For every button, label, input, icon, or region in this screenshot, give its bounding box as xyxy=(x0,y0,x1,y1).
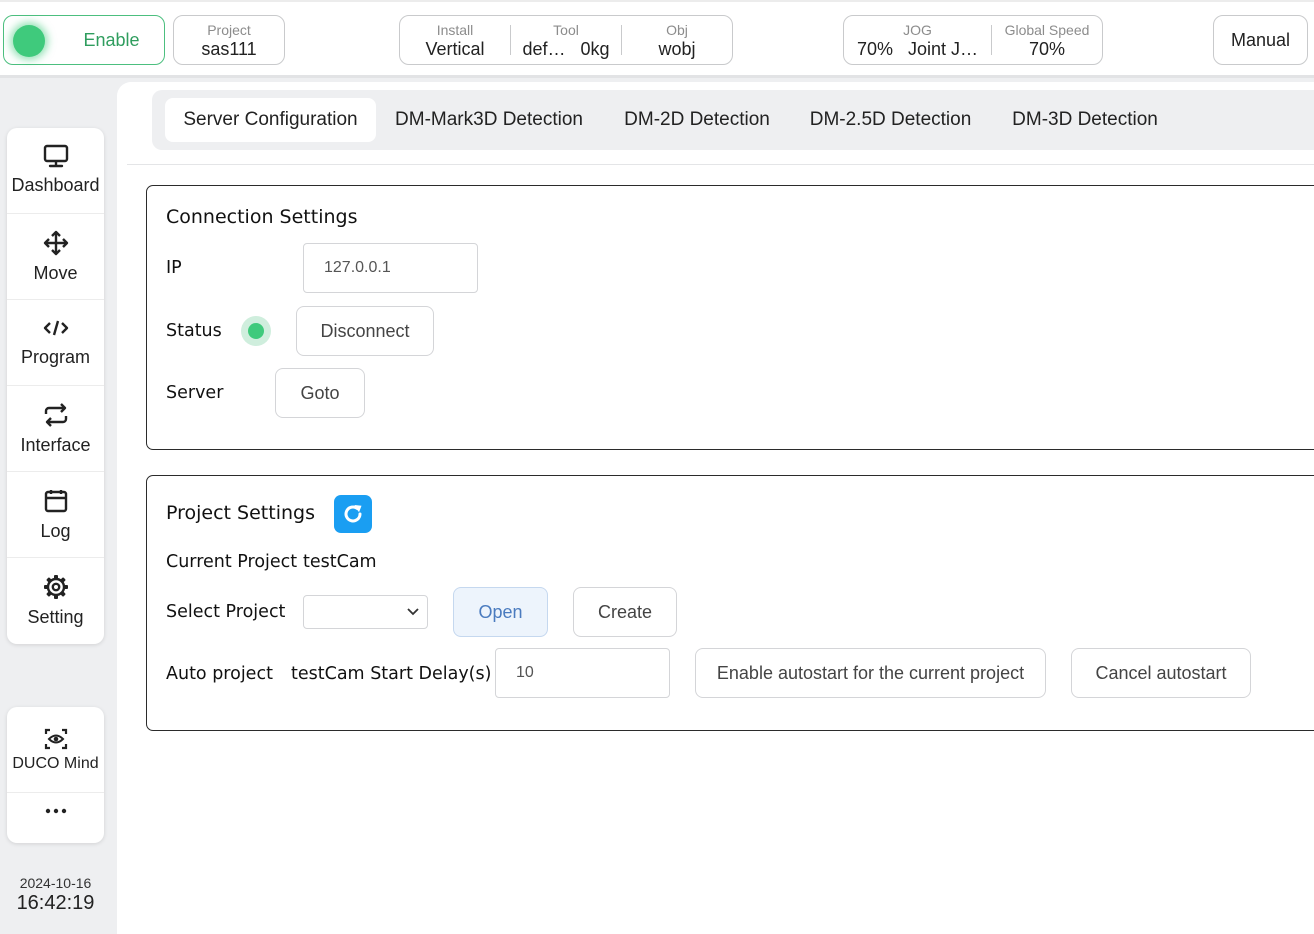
project-value: sas111 xyxy=(201,39,257,59)
current-project-label: Current Project xyxy=(166,552,298,572)
clock-date: 2024-10-16 xyxy=(19,875,92,891)
move-arrows-icon xyxy=(43,230,68,256)
sidebar-nav: Dashboard Move Program Interface Log Set… xyxy=(7,128,104,644)
tab-dm-mark3d-detection[interactable]: DM-Mark3D Detection xyxy=(384,98,594,142)
tab-server-configuration[interactable]: Server Configuration xyxy=(165,98,376,142)
top-bar: Enable Project sas111 Install Vertical T… xyxy=(0,0,1314,78)
global-speed-title: Global Speed xyxy=(1004,22,1090,38)
tool-name: def… xyxy=(522,39,566,59)
install-value: Vertical xyxy=(425,39,485,59)
jog-value: 70% Joint J… xyxy=(844,39,991,59)
current-project-value: testCam xyxy=(303,552,377,572)
jog-title: JOG xyxy=(903,22,932,38)
sidebar-extra: DUCO Mind xyxy=(7,707,104,843)
enable-label: Enable xyxy=(83,30,140,50)
tool-value: def… 0kg xyxy=(511,39,621,59)
sidebar-item-label: Interface xyxy=(20,435,91,455)
tab-dm-2d-detection[interactable]: DM-2D Detection xyxy=(614,98,780,142)
sidebar-item-label: Move xyxy=(33,263,78,283)
status-indicator-dot xyxy=(241,316,271,346)
sidebar-item-dashboard[interactable]: Dashboard xyxy=(7,128,104,214)
tool-load: 0kg xyxy=(580,39,610,59)
refresh-icon xyxy=(344,505,362,523)
sidebar-item-label: Dashboard xyxy=(11,175,100,195)
more-button[interactable] xyxy=(7,793,104,843)
sidebar-item-log[interactable]: Log xyxy=(7,472,104,558)
install-title: Install xyxy=(436,22,474,38)
eye-scan-icon xyxy=(44,728,67,750)
calendar-icon xyxy=(44,490,67,513)
tool-segment: Tool def… 0kg xyxy=(511,16,621,64)
start-delay-input[interactable] xyxy=(495,648,670,698)
chevron-down-icon xyxy=(407,608,419,616)
cancel-autostart-button[interactable]: Cancel autostart xyxy=(1071,648,1251,698)
auto-project-name: testCam xyxy=(291,664,365,684)
obj-segment: Obj wobj xyxy=(622,16,732,64)
code-icon xyxy=(43,320,68,336)
create-button[interactable]: Create xyxy=(573,587,677,637)
sidebar-item-move[interactable]: Move xyxy=(7,214,104,300)
clock-time: 16:42:19 xyxy=(16,892,95,914)
disconnect-button[interactable]: Disconnect xyxy=(296,306,434,356)
ip-input[interactable] xyxy=(303,243,478,293)
project-indicator[interactable]: Project sas111 xyxy=(173,15,285,65)
ip-label: IP xyxy=(166,258,182,278)
project-title: Project xyxy=(207,22,251,38)
jog-mode: Joint J… xyxy=(908,39,979,59)
divider xyxy=(127,164,1314,165)
clock: 2024-10-16 16:42:19 xyxy=(0,875,111,915)
select-project-label: Select Project xyxy=(166,602,286,622)
speed-indicator[interactable]: JOG 70% Joint J… Global Speed 70% xyxy=(843,15,1103,65)
project-select[interactable] xyxy=(303,595,428,629)
sidebar-item-duco-mind[interactable]: DUCO Mind xyxy=(7,707,104,793)
tab-dm-3d-detection[interactable]: DM-3D Detection xyxy=(1000,98,1170,142)
sidebar-item-interface[interactable]: Interface xyxy=(7,386,104,472)
tool-title: Tool xyxy=(553,22,579,38)
manual-mode-button[interactable]: Manual xyxy=(1213,15,1308,65)
goto-button[interactable]: Goto xyxy=(275,368,365,418)
obj-value: wobj xyxy=(658,39,696,59)
global-speed-value: 70% xyxy=(1028,39,1066,59)
sidebar-item-program[interactable]: Program xyxy=(7,300,104,386)
enable-button[interactable]: Enable xyxy=(3,15,165,65)
jog-segment: JOG 70% Joint J… xyxy=(844,16,991,64)
project-settings-panel: Project Settings Current Project testCam… xyxy=(146,475,1314,731)
install-segment: Install Vertical xyxy=(400,16,510,64)
server-label: Server xyxy=(166,383,224,403)
obj-title: Obj xyxy=(666,22,688,38)
auto-project-label: Auto project xyxy=(166,664,273,684)
sidebar-item-label: DUCO Mind xyxy=(12,755,99,772)
more-dots-icon xyxy=(45,808,66,814)
sidebar-item-label: Log xyxy=(40,521,71,541)
connection-settings-title: Connection Settings xyxy=(166,206,358,228)
tab-dm-2-5d-detection[interactable]: DM-2.5D Detection xyxy=(799,98,982,142)
sidebar-item-label: Setting xyxy=(27,607,84,627)
enable-autostart-button[interactable]: Enable autostart for the current project xyxy=(695,648,1046,698)
swap-arrows-icon xyxy=(44,403,67,427)
refresh-button[interactable] xyxy=(334,495,372,533)
global-speed-segment: Global Speed 70% xyxy=(992,16,1102,64)
tab-bar: Server Configuration DM-Mark3D Detection… xyxy=(152,90,1314,150)
main-content: Server Configuration DM-Mark3D Detection… xyxy=(117,82,1314,934)
status-label: Status xyxy=(166,321,222,341)
open-button[interactable]: Open xyxy=(453,587,548,637)
monitor-icon xyxy=(43,144,68,168)
install-tool-obj-indicator[interactable]: Install Vertical Tool def… 0kg Obj wobj xyxy=(399,15,733,65)
auto-project-value: testCam Start Delay(s) xyxy=(291,664,491,684)
gear-icon xyxy=(43,575,68,599)
sidebar-item-label: Program xyxy=(20,347,91,367)
enable-status-dot xyxy=(13,25,45,57)
start-delay-label: Start Delay(s) xyxy=(370,664,492,684)
sidebar-item-setting[interactable]: Setting xyxy=(7,558,104,644)
connection-settings-panel: Connection Settings IP Status Disconnect… xyxy=(146,185,1314,450)
project-settings-title: Project Settings xyxy=(166,502,315,524)
jog-percent: 70% xyxy=(856,39,893,59)
